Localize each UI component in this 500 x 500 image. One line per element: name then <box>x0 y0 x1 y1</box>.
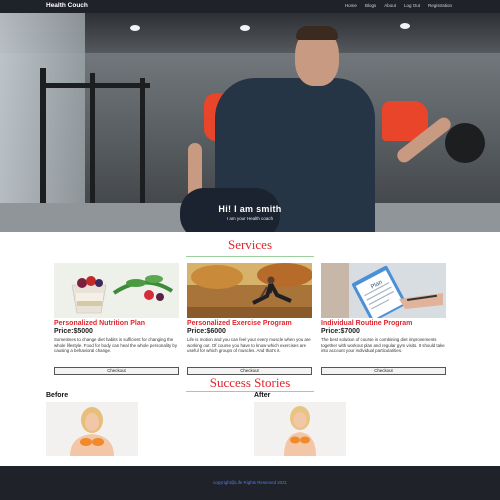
ceiling-light <box>240 25 250 31</box>
nutrition-bowl-icon <box>54 263 179 318</box>
success-stories-heading: Success Stories <box>209 375 291 390</box>
services-heading: Services <box>227 237 273 252</box>
service-price: Price:$7000 <box>321 328 360 335</box>
service-name: Individual Routine Program <box>321 320 413 327</box>
ceiling-light <box>400 23 410 29</box>
before-label: Before <box>46 392 69 399</box>
service-name: Personalized Nutrition Plan <box>54 320 146 327</box>
clipboard-plan-icon: Plan <box>321 263 446 318</box>
gym-rack <box>90 73 95 213</box>
nav-link-home[interactable]: Home <box>345 3 357 8</box>
hero-banner: Hi! I am smith I am your Health coach <box>0 13 500 232</box>
service-price: Price:$6000 <box>187 328 226 335</box>
service-card-nutrition: Personalized Nutrition Plan Price:$5000 … <box>54 263 179 375</box>
services-divider <box>186 256 314 257</box>
service-price: Price:$5000 <box>54 328 93 335</box>
hero-caption: Hi! I am smith I am your Health coach <box>150 204 350 221</box>
checkout-button[interactable]: Checkout <box>321 367 446 375</box>
after-woman-icon <box>254 402 346 456</box>
footer: copyright@Life Rights Reserved 2021 <box>0 466 500 500</box>
service-description: Life is motion and you can feel your eve… <box>187 337 311 354</box>
gym-rack <box>140 78 145 208</box>
service-card-exercise: Personalized Exercise Program Price:$600… <box>187 263 312 375</box>
brand-logo[interactable]: Health Couch <box>46 2 88 9</box>
nav-link-blogs[interactable]: Blogs <box>365 3 376 8</box>
checkout-button[interactable]: Checkout <box>54 367 179 375</box>
hero-title: Hi! I am smith <box>218 204 282 214</box>
service-name: Personalized Exercise Program <box>187 320 292 327</box>
service-description: The best solution of course is combining… <box>321 337 445 354</box>
gym-rack <box>40 68 46 218</box>
nav-links: Home Blogs About Log Out Registration <box>345 3 452 8</box>
ceiling-light <box>130 25 140 31</box>
service-card-routine: Plan Individual Routine Program Price:$7… <box>321 263 446 375</box>
after-label: After <box>254 392 271 399</box>
nav-link-registration[interactable]: Registration <box>428 3 452 8</box>
hero-person-hair <box>296 26 338 40</box>
before-woman-icon <box>46 402 138 456</box>
gym-weight <box>445 123 485 163</box>
success-divider <box>186 391 314 392</box>
checkout-button[interactable]: Checkout <box>187 367 312 375</box>
navbar: Health Couch Home Blogs About Log Out Re… <box>0 0 500 13</box>
hero-subtitle: I am your Health coach <box>226 216 274 221</box>
nav-link-logout[interactable]: Log Out <box>404 3 420 8</box>
service-description: Sometimes to change diet habits is suffi… <box>54 337 178 354</box>
nav-link-about[interactable]: About <box>384 3 396 8</box>
gym-rack <box>40 83 150 88</box>
footer-copyright-link[interactable]: copyright@Life Rights Reserved 2021 <box>0 480 500 485</box>
exercise-woman-icon <box>187 263 312 318</box>
